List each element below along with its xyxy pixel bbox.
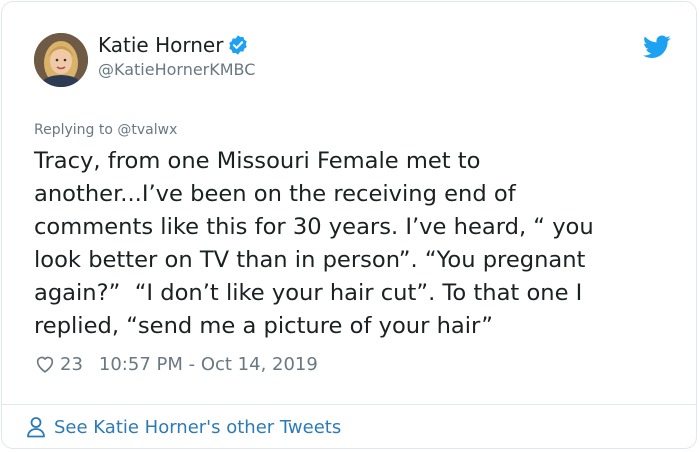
tweet-card: Katie Horner @KatieHornerKMBC Replying t… bbox=[1, 1, 697, 449]
heart-icon[interactable] bbox=[34, 353, 56, 375]
verified-badge-icon bbox=[229, 35, 248, 55]
avatar[interactable] bbox=[34, 33, 88, 87]
avatar-image bbox=[34, 33, 88, 87]
author-name[interactable]: Katie Horner bbox=[98, 33, 223, 57]
tweet-timestamp[interactable]: 10:57 PM - Oct 14, 2019 bbox=[99, 354, 318, 375]
twitter-bird-icon[interactable] bbox=[643, 35, 671, 59]
see-other-tweets-label[interactable]: See Katie Horner's other Tweets bbox=[54, 417, 341, 438]
reply-mention-link[interactable]: @tvalwx bbox=[117, 122, 177, 138]
like-count[interactable]: 23 bbox=[60, 354, 83, 375]
author-name-row[interactable]: Katie Horner bbox=[98, 33, 249, 57]
tweet-text: Tracy, from one Missouri Female met to a… bbox=[34, 148, 594, 339]
person-icon bbox=[27, 417, 45, 438]
divider bbox=[2, 404, 696, 405]
author-handle[interactable]: @KatieHornerKMBC bbox=[98, 60, 255, 79]
see-other-tweets-link[interactable]: See Katie Horner's other Tweets bbox=[26, 416, 341, 438]
reply-context: Replying to @tvalwx bbox=[34, 122, 177, 138]
reply-prefix: Replying to bbox=[34, 122, 118, 138]
tweet-meta: 23 10:57 PM - Oct 14, 2019 bbox=[34, 353, 318, 375]
